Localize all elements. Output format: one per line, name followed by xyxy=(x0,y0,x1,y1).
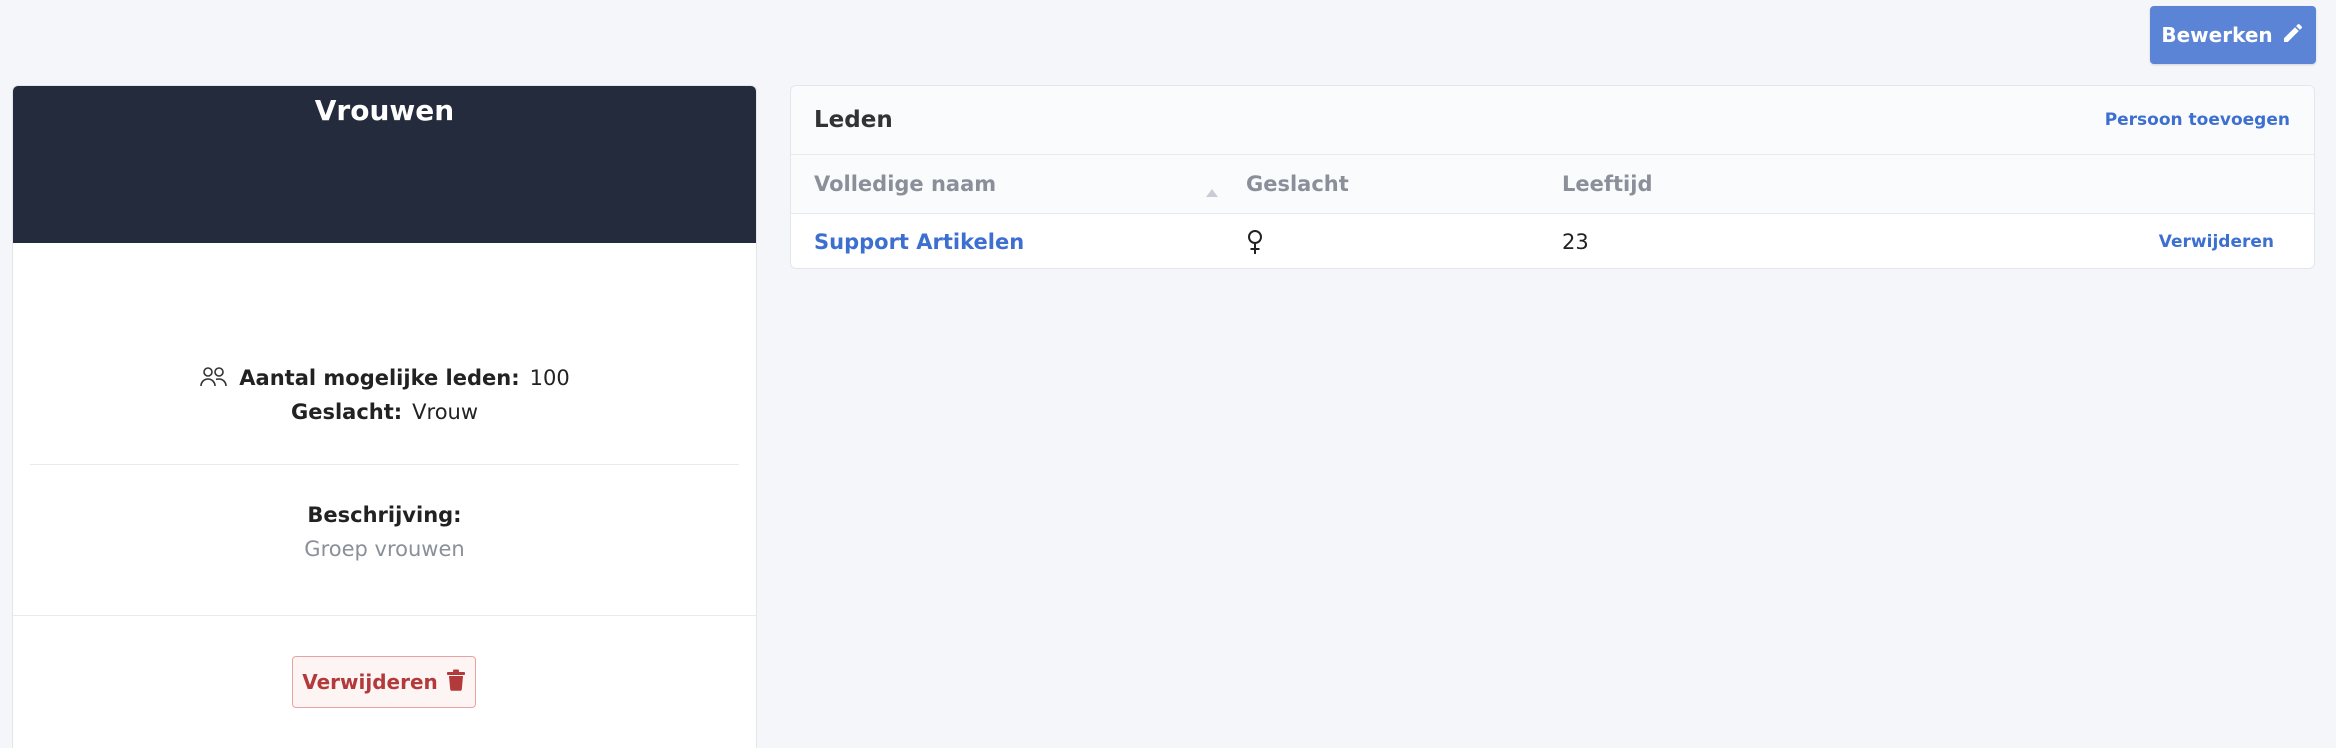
delete-group-button[interactable]: Verwijderen xyxy=(292,656,476,708)
max-members-row: Aantal mogelijke leden: 100 xyxy=(13,361,756,395)
group-header: Vrouwen xyxy=(13,86,756,243)
female-icon xyxy=(1246,229,1264,255)
member-age: 23 xyxy=(1562,229,1589,254)
max-members-label: Aantal mogelijke leden: xyxy=(239,366,520,390)
gender-row: Geslacht: Vrouw xyxy=(13,395,756,429)
table-row: Support Artikelen 23 Verwijderen xyxy=(791,214,2314,268)
group-title: Vrouwen xyxy=(314,94,455,127)
group-card: Vrouwen Aantal mogelijke leden: 100 Gesl… xyxy=(12,85,757,748)
description-label: Beschrijving: xyxy=(307,503,462,527)
gender-label: Geslacht: xyxy=(290,400,403,424)
members-header: Leden Persoon toevoegen xyxy=(791,86,2314,155)
pencil-icon xyxy=(2281,21,2305,50)
gender-value: Vrouw xyxy=(412,400,479,424)
column-header-age[interactable]: Leeftijd xyxy=(1562,172,1652,196)
edit-button[interactable]: Bewerken xyxy=(2150,6,2316,64)
column-header-gender[interactable]: Geslacht xyxy=(1246,172,1349,196)
divider xyxy=(13,615,756,616)
delete-group-label: Verwijderen xyxy=(302,670,438,694)
remove-member-link[interactable]: Verwijderen xyxy=(2159,232,2274,252)
description-value: Groep vrouwen xyxy=(304,537,465,561)
divider xyxy=(30,464,739,465)
table-header: Volledige naam Geslacht Leeftijd xyxy=(791,155,2314,214)
column-header-name[interactable]: Volledige naam xyxy=(814,172,996,196)
max-members-value: 100 xyxy=(529,366,570,390)
description-section: Beschrijving: Groep vrouwen xyxy=(13,503,756,561)
sort-ascending-icon[interactable] xyxy=(1206,189,1218,197)
edit-button-label: Bewerken xyxy=(2161,23,2273,47)
users-icon xyxy=(199,365,229,391)
members-card: Leden Persoon toevoegen Volledige naam G… xyxy=(790,85,2315,269)
member-name-link[interactable]: Support Artikelen xyxy=(814,230,1024,254)
group-info: Aantal mogelijke leden: 100 Geslacht: Vr… xyxy=(13,361,756,429)
members-title: Leden xyxy=(814,107,893,133)
add-person-link[interactable]: Persoon toevoegen xyxy=(2105,110,2290,130)
trash-icon xyxy=(446,669,466,696)
